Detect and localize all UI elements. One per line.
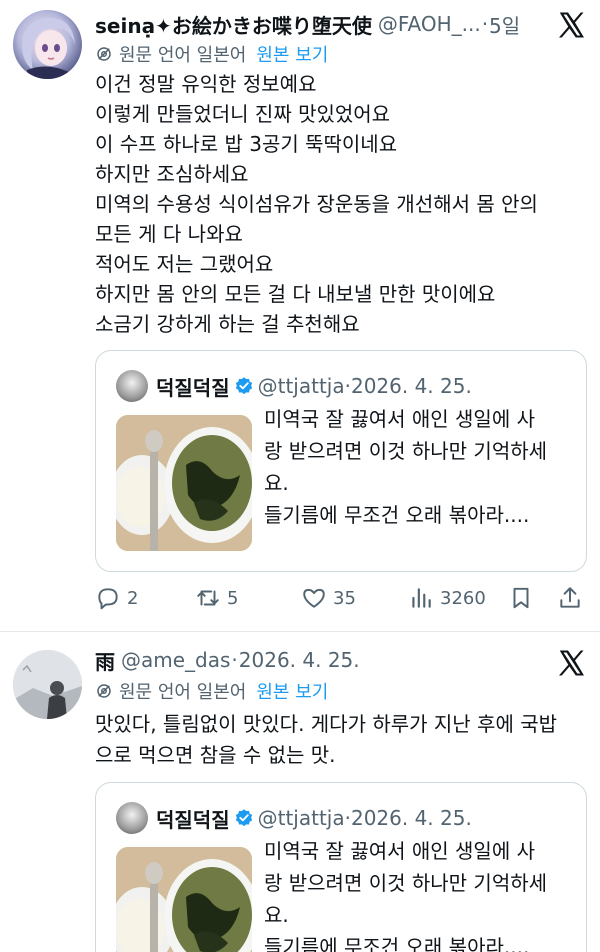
display-name[interactable]: 雨 [95,646,115,675]
quoted-text-line: 랑 받으려면 이것 하나만 기억하세 [264,439,548,463]
tweet-text-line: 이 수프 하나로 밥 3공기 뚝딱이네요 [95,132,398,156]
display-name[interactable]: seinạ✦お絵かきお喋り堕天使 [95,10,372,39]
tweet-text: 이건 정말 유익한 정보예요 이렇게 만들었더니 진짜 맛있었어요 이 수프 하… [95,69,580,339]
quoted-avatar[interactable] [116,370,148,402]
separator: · [481,12,489,36]
quoted-tweet-text: 미역국 잘 끓여서 애인 생일에 사 랑 받으려면 이것 하나만 기억하세 요.… [264,403,574,531]
tweet-header: 雨 @ame_das · 2026. 4. 25. [95,646,586,674]
quoted-text-line: 미역국 잘 끓여서 애인 생일에 사 [264,839,535,863]
tweet-actions: 2 5 35 3260 [95,582,587,614]
like-count: 35 [333,587,356,609]
quoted-text-line: 들기름에 무조건 오래 볶아라.... [264,935,530,952]
gear-icon [97,47,111,61]
seaweed-soup-photo [116,847,252,952]
tweet-text-line: 모든 게 다 나와요 [95,222,243,246]
timestamp[interactable]: 5일 [489,10,520,39]
quoted-media-thumbnail[interactable] [116,415,252,551]
bookmark-button[interactable] [508,585,540,611]
share-icon [560,587,580,608]
quoted-display-name[interactable]: 덕질덕질 [156,372,230,401]
translation-label: 원문 언어 일본어 [119,45,247,66]
tweet-text-line: 이건 정말 유익한 정보예요 [95,72,317,96]
quoted-media-thumbnail[interactable] [116,847,252,952]
translation-label: 원문 언어 일본어 [119,682,247,703]
translation-notice: 원문 언어 일본어 원본 보기 [95,41,328,67]
quoted-tweet[interactable]: 덕질덕질 @ttjattja · 2026. 4. 25. 미역국 잘 끓여서 … [95,350,587,572]
tweet-header: seinạ✦お絵かきお喋り堕天使 @FAOH_... · 5일 [95,10,586,38]
verified-badge-icon [235,809,252,827]
quoted-tweet[interactable]: 덕질덕질 @ttjattja · 2026. 4. 25. 미역국 잘 끓여서 … [95,782,587,952]
tweet-2[interactable]: 雨 @ame_das · 2026. 4. 25. 원문 언어 일본어 원본 보… [0,632,600,952]
quoted-text-line: 요. [264,903,289,927]
translation-notice: 원문 언어 일본어 원본 보기 [95,678,328,704]
seaweed-soup-photo [116,415,252,551]
heart-icon [303,588,325,608]
views-button[interactable]: 3260 [408,585,486,611]
quoted-timestamp[interactable]: 2026. 4. 25. [351,374,472,398]
quoted-tweet-text: 미역국 잘 끓여서 애인 생일에 사 랑 받으려면 이것 하나만 기억하세 요.… [264,835,574,952]
bookmark-icon [513,587,529,609]
views-icon [412,588,431,608]
user-handle[interactable]: @FAOH_... [378,12,481,36]
retweet-button[interactable]: 5 [195,585,238,611]
separator: · [231,648,238,672]
quoted-tweet-header: 덕질덕질 @ttjattja · 2026. 4. 25. [116,801,472,835]
retweet-count: 5 [227,587,239,609]
tweet-text-line: 맛있다, 틀림없이 맛있다. 게다가 하루가 지난 후에 국밥 [95,712,558,736]
tweet-text-line: 으로 먹으면 참을 수 없는 맛. [95,743,336,767]
user-handle[interactable]: @ame_das [121,648,230,672]
retweet-icon [197,590,219,606]
quoted-text-line: 들기름에 무조건 오래 볶아라.... [264,503,530,527]
tweet-text: 맛있다, 틀림없이 맛있다. 게다가 하루가 지난 후에 국밥 으로 먹으면 참… [95,709,580,771]
avatar-illustration [22,17,75,79]
avatar-photo [13,650,82,719]
tweet-text-line: 하지만 조심하세요 [95,162,249,186]
quoted-handle[interactable]: @ttjattja [258,374,345,398]
gear-icon [97,684,111,698]
tweet-text-line: 적어도 저는 그랬어요 [95,252,274,276]
share-button[interactable] [557,585,589,611]
tweet-text-line: 하지만 몸 안의 모든 걸 다 내보낼 만한 맛이에요 [95,282,496,306]
show-original-link[interactable]: 원본 보기 [256,41,328,67]
reply-button[interactable]: 2 [95,585,138,611]
like-button[interactable]: 35 [301,585,356,611]
quoted-text-line: 랑 받으려면 이것 하나만 기억하세 [264,871,548,895]
quoted-tweet-header: 덕질덕질 @ttjattja · 2026. 4. 25. [116,369,472,403]
quoted-display-name[interactable]: 덕질덕질 [156,804,230,833]
show-original-link[interactable]: 원본 보기 [256,678,328,704]
quoted-text-line: 요. [264,471,289,495]
x-logo-icon[interactable] [556,10,586,40]
timestamp[interactable]: 2026. 4. 25. [239,648,360,672]
avatar[interactable] [13,10,82,79]
quoted-avatar[interactable] [116,802,148,834]
view-count: 3260 [440,587,486,609]
x-logo-icon[interactable] [556,648,586,678]
quoted-timestamp[interactable]: 2026. 4. 25. [351,806,472,830]
reply-count: 2 [127,587,139,609]
quoted-text-line: 미역국 잘 끓여서 애인 생일에 사 [264,407,535,431]
verified-badge-icon [235,377,252,395]
reply-icon [98,588,118,610]
avatar[interactable] [13,650,82,719]
quoted-handle[interactable]: @ttjattja [258,806,345,830]
tweet-text-line: 미역의 수용성 식이섬유가 장운동을 개선해서 몸 안의 [95,192,538,216]
tweet-1[interactable]: seinạ✦お絵かきお喋り堕天使 @FAOH_... · 5일 원문 언어 일본… [0,0,600,632]
tweet-text-line: 이렇게 만들었더니 진짜 맛있었어요 [95,102,391,126]
tweet-text-line: 소금기 강하게 하는 걸 추천해요 [95,312,360,336]
